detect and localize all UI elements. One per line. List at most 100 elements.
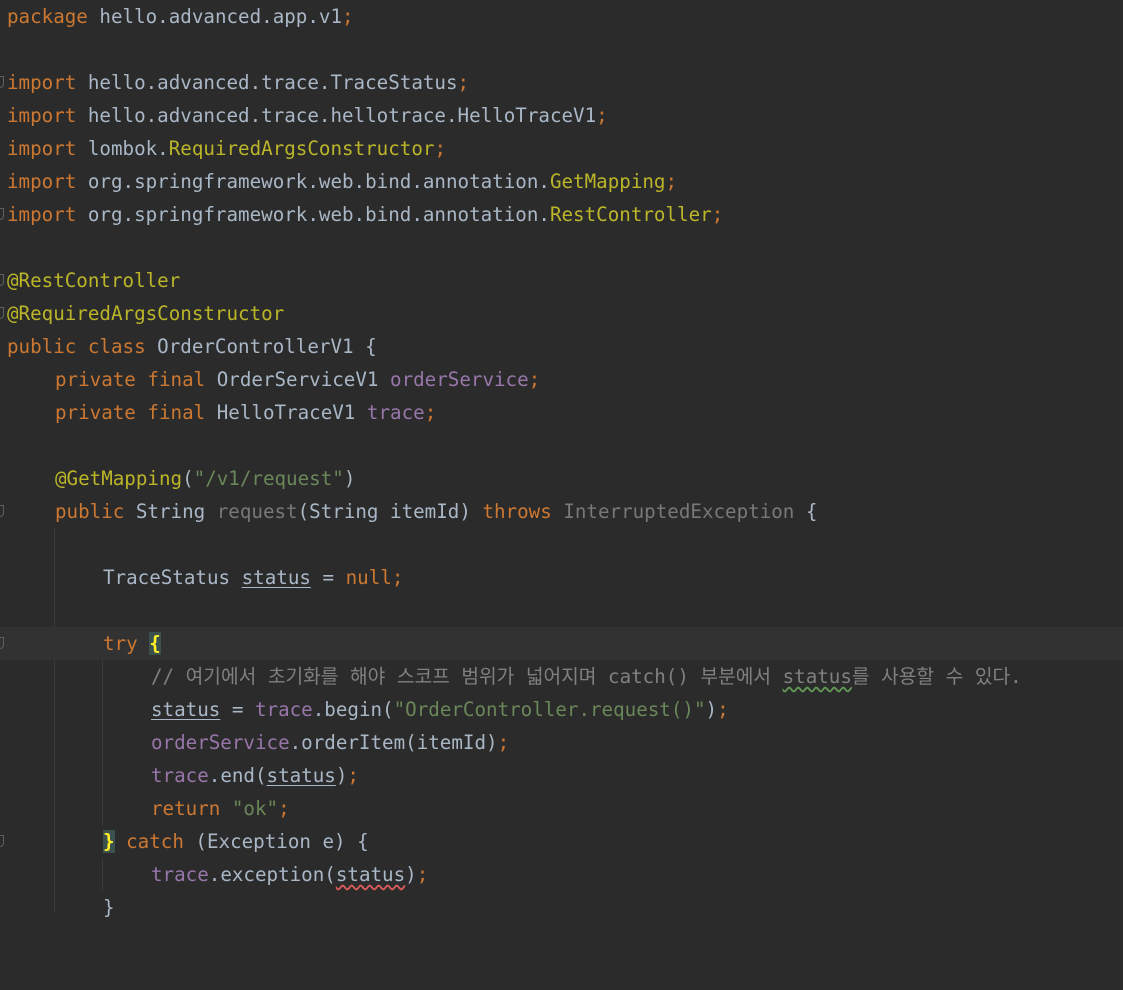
paren-close: )	[343, 467, 356, 490]
code-line-variable-declaration[interactable]: TraceStatus status = null;	[0, 561, 1123, 594]
keyword-final: final	[135, 368, 206, 391]
comment-text: // 여기에서 초기화를 해야 스코프 범위가 넓어지며 catch() 부분에…	[151, 665, 783, 688]
code-line-import[interactable]: import org.springframework.web.bind.anno…	[0, 198, 1123, 231]
semicolon: ;	[497, 731, 510, 754]
import-package: org.springframework.web.bind.annotation.	[76, 203, 550, 226]
closing-brace: }	[103, 896, 115, 919]
comment-tail: 를 사용할 수 있다.	[851, 665, 1022, 688]
return-type: String	[124, 500, 217, 523]
variable-status: status	[151, 698, 221, 721]
semicolon: ;	[717, 698, 729, 721]
matched-brace: {	[149, 632, 161, 655]
method-call-end: .end(	[208, 764, 267, 787]
code-line-import[interactable]: import hello.advanced.trace.hellotrace.H…	[0, 99, 1123, 132]
code-line-import[interactable]: import org.springframework.web.bind.anno…	[0, 165, 1123, 198]
semicolon: ;	[528, 368, 541, 391]
code-line-field[interactable]: private final OrderServiceV1 orderServic…	[0, 363, 1123, 396]
code-line-comment[interactable]: // 여기에서 초기화를 해야 스코프 범위가 넓어지며 catch() 부분에…	[0, 660, 1123, 693]
fold-marker-icon[interactable]	[0, 835, 4, 847]
code-line-statement[interactable]: orderService.orderItem(itemId);	[0, 726, 1123, 759]
import-class: RequiredArgsConstructor	[168, 137, 435, 160]
variable-status: status	[241, 566, 311, 589]
keyword-public: public	[55, 500, 125, 523]
code-line-annotation[interactable]: @RestController	[0, 264, 1123, 297]
keyword-final: final	[135, 401, 206, 424]
keyword-import: import	[7, 137, 77, 160]
string-ok: "ok"	[220, 797, 279, 820]
code-line-annotation[interactable]: @GetMapping("/v1/request")	[0, 462, 1123, 495]
method-name: request	[216, 500, 298, 523]
import-path: hello.advanced.trace.hellotrace.HelloTra…	[76, 104, 597, 127]
field-order-service: orderService	[390, 368, 529, 391]
code-line-import[interactable]: import lombok.RequiredArgsConstructor;	[0, 132, 1123, 165]
keyword-null: null	[345, 566, 392, 589]
semicolon: ;	[434, 137, 446, 160]
keyword-private: private	[55, 368, 136, 391]
fold-marker-icon[interactable]	[0, 307, 4, 319]
annotation-required-args: @RequiredArgsConstructor	[7, 302, 285, 325]
keyword-return: return	[151, 797, 221, 820]
semicolon: ;	[416, 863, 429, 886]
string-argument: "OrderController.request()"	[393, 698, 706, 721]
semicolon: ;	[665, 170, 678, 193]
code-editor[interactable]: package hello.advanced.app.v1; import he…	[0, 0, 1123, 919]
keyword-package: package	[7, 5, 88, 28]
code-line-field[interactable]: private final HelloTraceV1 trace;	[0, 396, 1123, 429]
variable-status: status	[266, 764, 336, 787]
field-type: OrderServiceV1	[205, 368, 391, 391]
mapping-path: "/v1/request"	[193, 467, 344, 490]
keyword-import: import	[7, 104, 77, 127]
code-line-statement[interactable]: status = trace.begin("OrderController.re…	[0, 693, 1123, 726]
semicolon: ;	[342, 5, 354, 28]
code-line-close-brace[interactable]: }	[0, 891, 1123, 924]
field-trace: trace	[151, 764, 209, 787]
method-call-begin: .begin(	[312, 698, 394, 721]
method-params: (String itemId)	[297, 500, 483, 523]
field-type: HelloTraceV1	[205, 401, 367, 424]
comment-status-word: status	[782, 665, 852, 688]
code-line-class-declaration[interactable]: public class OrderControllerV1 {	[0, 330, 1123, 363]
fold-marker-icon[interactable]	[0, 76, 4, 88]
keyword-private: private	[55, 401, 136, 424]
field-trace: trace	[366, 401, 425, 424]
matched-brace: }	[103, 830, 115, 853]
fold-marker-icon[interactable]	[0, 505, 4, 517]
code-line-catch[interactable]: } catch (Exception e) {	[0, 825, 1123, 858]
assign-operator: =	[220, 698, 255, 721]
code-line-package[interactable]: package hello.advanced.app.v1;	[0, 0, 1123, 33]
package-name: hello.advanced.app.v1	[87, 5, 343, 28]
semicolon: ;	[457, 71, 470, 94]
field-order-service: orderService	[151, 731, 290, 754]
code-line-statement[interactable]: trace.exception(status);	[0, 858, 1123, 891]
import-path: hello.advanced.trace.TraceStatus	[76, 71, 458, 94]
brace-open: {	[794, 500, 818, 523]
keyword-catch: catch	[114, 830, 184, 853]
semicolon: ;	[596, 104, 608, 127]
annotation-rest-controller: @RestController	[7, 269, 181, 292]
fold-marker-icon[interactable]	[0, 637, 4, 649]
code-line-statement[interactable]: trace.end(status);	[0, 759, 1123, 792]
code-line-import[interactable]: import hello.advanced.trace.TraceStatus;	[0, 66, 1123, 99]
keyword-import: import	[7, 170, 77, 193]
import-class: RestController	[549, 203, 712, 226]
keyword-import: import	[7, 203, 77, 226]
keyword-class: class	[76, 335, 146, 358]
keyword-import: import	[7, 71, 77, 94]
catch-params: (Exception e) {	[183, 830, 369, 853]
paren-open: (	[182, 467, 194, 490]
code-line-annotation[interactable]: @RequiredArgsConstructor	[0, 297, 1123, 330]
semicolon: ;	[391, 566, 404, 589]
fold-marker-icon[interactable]	[0, 208, 4, 220]
variable-status-error: status	[335, 863, 406, 886]
class-name: OrderControllerV1 {	[145, 335, 377, 358]
annotation-get-mapping: @GetMapping	[55, 467, 183, 490]
code-line-try[interactable]: try {	[0, 627, 1123, 660]
fold-marker-icon[interactable]	[0, 274, 4, 286]
keyword-throws: throws	[482, 500, 552, 523]
exception-type: InterruptedException	[551, 500, 795, 523]
code-line-method-signature[interactable]: public String request(String itemId) thr…	[0, 495, 1123, 528]
import-package: org.springframework.web.bind.annotation.	[76, 170, 550, 193]
semicolon: ;	[278, 797, 290, 820]
code-line-return[interactable]: return "ok";	[0, 792, 1123, 825]
semicolon: ;	[347, 764, 359, 787]
